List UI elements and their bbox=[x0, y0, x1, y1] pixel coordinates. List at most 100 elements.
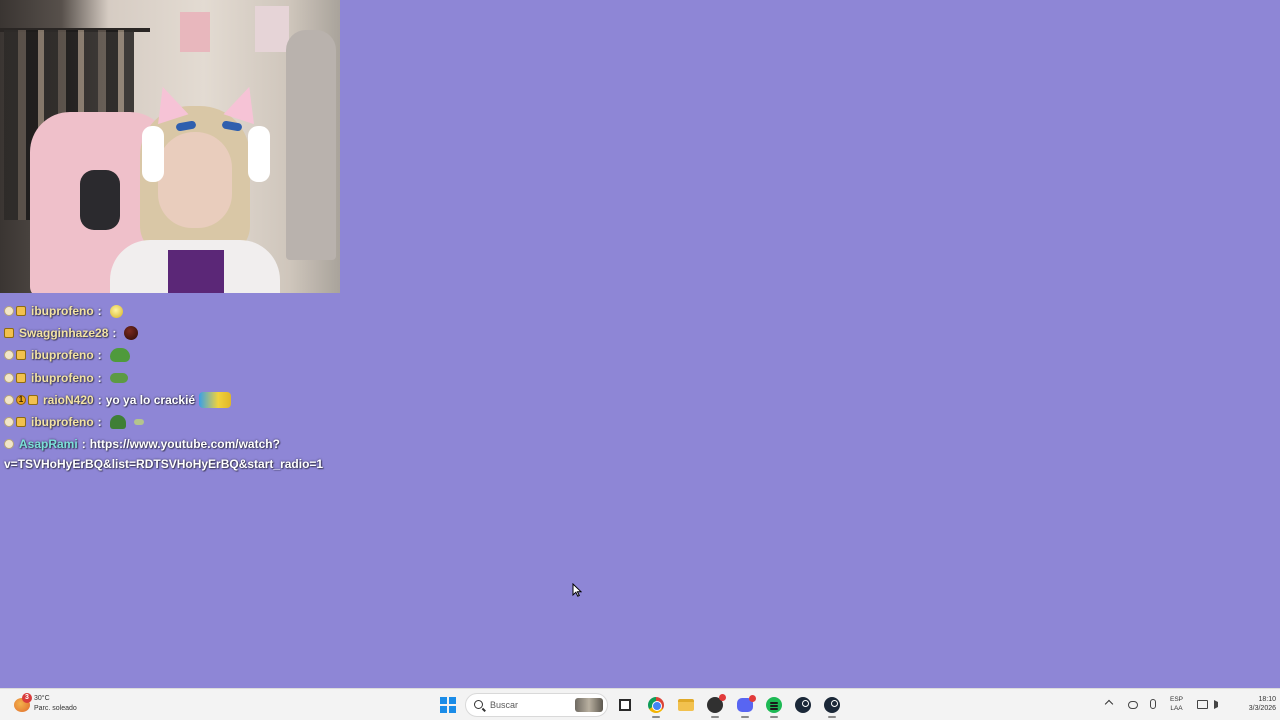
running-indicator bbox=[711, 716, 719, 718]
plant-emote-icon bbox=[109, 415, 126, 430]
system-tray: ESP LAA 18:10 3/3/2026 bbox=[1090, 689, 1280, 720]
chat-link-text: https://www.youtube.com/watch? bbox=[89, 437, 280, 452]
chat-separator: : bbox=[97, 370, 102, 385]
language-indicator[interactable]: ESP LAA bbox=[1170, 695, 1183, 713]
steam-icon bbox=[824, 697, 840, 713]
running-indicator bbox=[828, 716, 836, 718]
subscriber-badge-icon bbox=[4, 350, 14, 361]
small-emote-icon bbox=[133, 419, 144, 426]
obs-taskbar-button[interactable] bbox=[705, 694, 726, 718]
search-placeholder: Buscar bbox=[490, 700, 519, 710]
obs-icon bbox=[707, 694, 726, 713]
chat-separator: : bbox=[97, 415, 102, 430]
steam-taskbar-button[interactable] bbox=[793, 695, 813, 715]
webcam-feed bbox=[0, 0, 340, 293]
network-icon[interactable] bbox=[1197, 700, 1208, 709]
weather-widget[interactable]: 3 30°C Parc. soleado bbox=[10, 693, 100, 717]
steam-icon bbox=[795, 697, 811, 713]
windows-logo-icon bbox=[449, 706, 456, 713]
headset-right bbox=[248, 126, 270, 182]
subscriber-badge-icon bbox=[4, 394, 14, 405]
crown-badge-icon bbox=[4, 328, 14, 339]
crown-badge-icon bbox=[28, 394, 38, 405]
chat-username: Swagginhaze28 bbox=[19, 326, 109, 341]
chat-message: ibuprofeno : bbox=[0, 411, 340, 433]
chat-username: AsapRami bbox=[19, 437, 78, 452]
steam-taskbar-button-2[interactable] bbox=[822, 695, 842, 718]
chrome-icon bbox=[648, 697, 664, 713]
webcam-dress bbox=[286, 30, 336, 260]
laughing-emote-icon bbox=[199, 391, 232, 408]
taskbar: 3 30°C Parc. soleado Buscar ESP LAA 18:1… bbox=[0, 688, 1280, 720]
frog-emote-icon bbox=[109, 348, 130, 363]
task-view-icon bbox=[619, 699, 631, 711]
clock[interactable]: 18:10 3/3/2026 bbox=[1232, 695, 1276, 713]
chat-separator: : bbox=[97, 392, 102, 407]
weather-description: Parc. soleado bbox=[34, 705, 77, 712]
task-view-button[interactable] bbox=[615, 695, 635, 715]
chat-username: raioN420 bbox=[43, 392, 94, 407]
chat-message: ibuprofeno : bbox=[0, 367, 340, 389]
chat-message: Swagginhaze28 : bbox=[0, 322, 340, 344]
search-icon bbox=[474, 700, 483, 709]
taskbar-search-box[interactable]: Buscar bbox=[465, 693, 608, 717]
crown-badge-icon bbox=[16, 372, 26, 383]
show-hidden-icons-chevron-icon[interactable] bbox=[1104, 699, 1114, 709]
subscriber-badge-icon bbox=[4, 439, 14, 450]
chat-separator: : bbox=[97, 348, 102, 363]
subscriber-badge-icon bbox=[4, 372, 14, 383]
chat-username: ibuprofeno bbox=[31, 348, 94, 363]
onedrive-icon[interactable] bbox=[1128, 701, 1138, 709]
discord-icon bbox=[737, 695, 756, 712]
ball-emote-icon bbox=[124, 326, 139, 341]
chat-overlay: ibuprofeno : Swagginhaze28 : ibuprofeno … bbox=[0, 300, 340, 471]
chat-link-line: AsapRami : https://www.youtube.com/watch… bbox=[4, 437, 340, 451]
chat-message: ibuprofeno : bbox=[0, 300, 340, 322]
spotify-taskbar-button[interactable] bbox=[764, 695, 784, 718]
chat-separator: : bbox=[97, 304, 102, 319]
clock-date: 3/3/2026 bbox=[1248, 705, 1276, 712]
chat-username: ibuprofeno bbox=[31, 415, 94, 430]
chat-message: 1 raioN420 : yo ya lo crackié bbox=[0, 389, 340, 411]
volume-icon[interactable] bbox=[1214, 700, 1222, 709]
gift-badge-icon: 1 bbox=[16, 394, 26, 405]
subscriber-badge-icon bbox=[4, 306, 14, 317]
windows-logo-icon bbox=[440, 697, 447, 704]
crown-badge-icon bbox=[16, 417, 26, 428]
windows-logo-icon bbox=[440, 706, 447, 713]
weather-temperature: 30°C bbox=[34, 695, 50, 702]
notification-badge: 3 bbox=[22, 693, 32, 703]
headset-left bbox=[142, 126, 164, 182]
chat-separator: : bbox=[81, 437, 86, 452]
streamer-face bbox=[158, 132, 232, 228]
running-indicator bbox=[770, 716, 778, 718]
recording-dot-icon bbox=[719, 694, 726, 701]
chat-username: ibuprofeno bbox=[31, 304, 94, 319]
mouse-cursor-icon bbox=[572, 583, 582, 597]
subscriber-badge-icon bbox=[4, 417, 14, 428]
chrome-taskbar-button[interactable] bbox=[646, 695, 666, 718]
crown-badge-icon bbox=[16, 306, 26, 317]
clock-time: 18:10 bbox=[1258, 696, 1276, 703]
running-indicator bbox=[741, 716, 749, 718]
windows-logo-icon bbox=[449, 697, 456, 704]
microphone-icon[interactable] bbox=[1150, 699, 1156, 709]
webcam-poster bbox=[255, 6, 289, 52]
file-explorer-taskbar-button[interactable] bbox=[676, 695, 696, 715]
chat-link-text-continued: v=TSVHoHyErBQ&list=RDTSVHoHyErBQ&start_r… bbox=[4, 457, 324, 472]
frog-emote-icon bbox=[109, 372, 128, 383]
webcam-streamer bbox=[110, 81, 280, 293]
discord-taskbar-button[interactable] bbox=[735, 695, 756, 718]
chat-text: yo ya lo crackié bbox=[105, 392, 196, 407]
webcam-poster bbox=[180, 12, 210, 52]
start-button[interactable] bbox=[440, 697, 456, 713]
chat-message: ibuprofeno : bbox=[0, 344, 340, 366]
crown-badge-icon bbox=[16, 350, 26, 361]
chat-message-link: AsapRami : https://www.youtube.com/watch… bbox=[0, 433, 340, 471]
chat-separator: : bbox=[112, 326, 117, 341]
smile-emote-icon bbox=[109, 304, 123, 318]
streamer-shirt-print bbox=[168, 250, 224, 293]
language-code: ESP bbox=[1170, 696, 1184, 703]
search-highlight-image bbox=[575, 698, 603, 712]
file-explorer-icon bbox=[678, 699, 694, 711]
